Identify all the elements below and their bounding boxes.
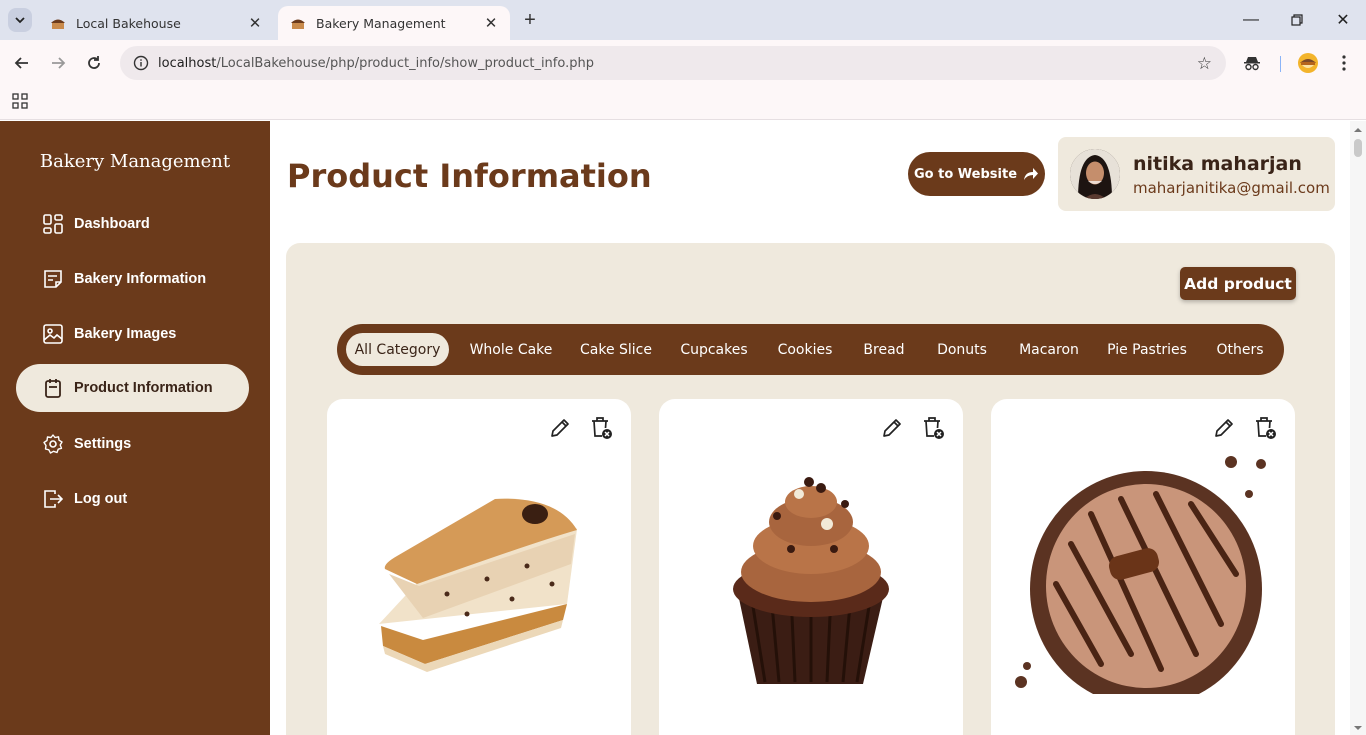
back-button[interactable] (7, 48, 37, 78)
cookie-pie-image (1015, 456, 1266, 694)
category-pie-pastries[interactable]: Pie Pastries (1099, 333, 1195, 366)
category-filter-bar: All Category Whole Cake Cake Slice Cupca… (337, 324, 1284, 375)
reload-icon (88, 56, 100, 69)
go-to-website-label: Go to Website (913, 166, 1018, 182)
forward-arrow-icon (52, 57, 66, 69)
sidebar-item-label: Dashboard (74, 216, 150, 232)
restore-button[interactable] (1274, 0, 1320, 40)
delete-trash-icon[interactable] (921, 416, 945, 445)
edit-pencil-icon[interactable] (881, 417, 903, 444)
page-content: Bakery Management Dashboard Bakery Infor… (0, 121, 1366, 735)
category-all[interactable]: All Category (346, 333, 449, 366)
user-name: nitika maharjan (1133, 153, 1302, 175)
sidebar-item-label: Settings (74, 436, 132, 452)
browser-toolbar: localhost/LocalBakehouse/php/product_inf… (0, 40, 1366, 86)
back-arrow-icon (14, 57, 28, 69)
reload-button[interactable] (79, 48, 109, 78)
url-text: localhost/LocalBakehouse/php/product_inf… (158, 56, 594, 71)
product-card[interactable] (991, 399, 1295, 735)
browser-tab-local-bakehouse[interactable]: Local Bakehouse ✕ (38, 6, 274, 40)
close-window-button[interactable]: ✕ (1320, 0, 1366, 40)
delete-trash-icon[interactable] (1253, 416, 1277, 445)
sidebar-item-bakery-information[interactable]: Bakery Information (16, 255, 249, 303)
go-to-website-button[interactable]: Go to Website (908, 152, 1045, 196)
gear-icon (42, 433, 64, 455)
incognito-icon[interactable] (1241, 52, 1263, 74)
tab-search-button[interactable] (8, 8, 32, 32)
category-donuts[interactable]: Donuts (925, 333, 999, 366)
logout-icon (42, 488, 64, 510)
close-tab-icon[interactable]: ✕ (246, 14, 264, 32)
sidebar-item-label: Bakery Images (74, 326, 177, 342)
product-card[interactable] (659, 399, 963, 735)
scroll-down-icon[interactable] (1350, 723, 1366, 733)
toolbar-divider (1280, 56, 1281, 72)
sidebar-brand: Bakery Management (39, 151, 231, 172)
forward-button[interactable] (43, 48, 73, 78)
edit-pencil-icon[interactable] (1213, 417, 1235, 444)
scrollbar-thumb[interactable] (1354, 139, 1362, 157)
sidebar-item-product-information[interactable]: Product Information (16, 364, 249, 412)
category-cupcakes[interactable]: Cupcakes (671, 333, 757, 366)
category-cookies[interactable]: Cookies (767, 333, 843, 366)
sidebar-item-label: Bakery Information (74, 271, 207, 287)
page-scrollbar[interactable] (1350, 121, 1366, 735)
category-whole-cake[interactable]: Whole Cake (461, 333, 561, 366)
browser-tab-bakery-management[interactable]: Bakery Management ✕ (278, 6, 510, 40)
delete-trash-icon[interactable] (589, 416, 613, 445)
sidebar-item-label: Product Information (74, 380, 213, 396)
category-macaron[interactable]: Macaron (1009, 333, 1089, 366)
user-email: maharjanitika@gmail.com (1133, 179, 1330, 197)
user-profile-card[interactable]: nitika maharjan maharjanitika@gmail.com (1058, 137, 1335, 211)
close-tab-icon[interactable]: ✕ (482, 14, 500, 32)
page-title: Product Information (287, 157, 652, 195)
tab-title: Local Bakehouse (76, 15, 181, 31)
scroll-up-icon[interactable] (1350, 125, 1366, 135)
sidebar-item-label: Log out (74, 491, 128, 507)
clipboard-icon (42, 377, 64, 399)
restore-icon (1291, 14, 1303, 26)
share-arrow-icon (1024, 168, 1039, 180)
products-panel: Add product All Category Whole Cake Cake… (286, 243, 1335, 735)
bookmark-star-icon[interactable]: ☆ (1197, 54, 1212, 74)
chevron-down-icon (15, 17, 25, 24)
main-content: Product Information Go to Website nitika… (270, 121, 1350, 735)
edit-pencil-icon[interactable] (549, 417, 571, 444)
sidebar-item-dashboard[interactable]: Dashboard (16, 200, 249, 248)
cake-slice-image (379, 498, 577, 672)
sidebar-item-settings[interactable]: Settings (16, 420, 249, 468)
minimize-button[interactable]: — (1228, 0, 1274, 40)
url-path: /LocalBakehouse/php/product_info/show_pr… (216, 55, 594, 71)
profile-avatar-icon[interactable] (1297, 52, 1319, 74)
product-card[interactable] (327, 399, 631, 735)
sidebar-item-bakery-images[interactable]: Bakery Images (16, 310, 249, 358)
add-product-button[interactable]: Add product (1180, 267, 1296, 300)
category-cake-slice[interactable]: Cake Slice (571, 333, 661, 366)
category-bread[interactable]: Bread (853, 333, 915, 366)
apps-grid-icon[interactable] (12, 93, 28, 114)
bakery-favicon-icon (290, 15, 306, 31)
sidebar-item-log-out[interactable]: Log out (16, 475, 249, 523)
browser-tab-bar: Local Bakehouse ✕ Bakery Management ✕ + … (0, 0, 1366, 40)
url-host: localhost (158, 55, 217, 71)
new-tab-button[interactable]: + (518, 8, 542, 32)
sidebar: Bakery Management Dashboard Bakery Infor… (0, 121, 270, 735)
category-others[interactable]: Others (1205, 333, 1275, 366)
bakery-favicon-icon (50, 15, 66, 31)
tab-title: Bakery Management (316, 15, 446, 31)
address-bar[interactable]: localhost/LocalBakehouse/php/product_inf… (120, 46, 1226, 80)
bookmarks-bar (0, 86, 1366, 120)
document-icon (42, 268, 64, 290)
avatar (1070, 149, 1120, 199)
dashboard-icon (42, 213, 64, 235)
site-info-icon[interactable] (124, 55, 158, 71)
cupcake-image (733, 477, 889, 684)
browser-menu-icon[interactable] (1333, 52, 1355, 74)
image-icon (42, 323, 64, 345)
